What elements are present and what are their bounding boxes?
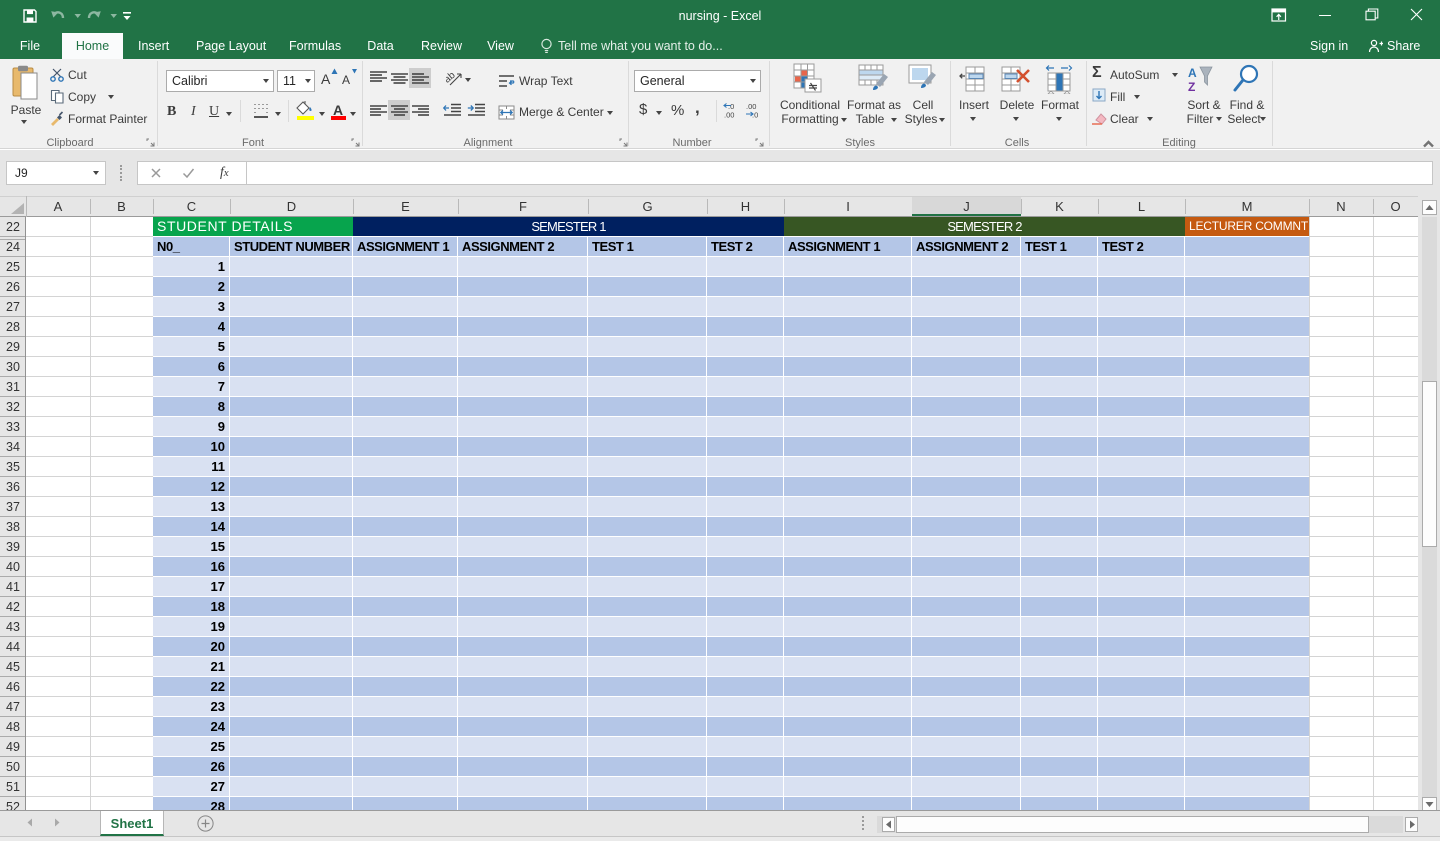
svg-text:Z: Z [1188, 80, 1195, 94]
svg-text:A: A [1188, 66, 1197, 80]
svg-text:.00: .00 [724, 111, 734, 120]
